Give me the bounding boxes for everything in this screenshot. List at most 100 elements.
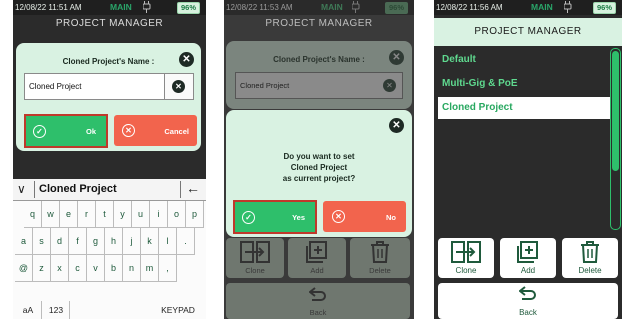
key-i[interactable]: i [150, 201, 168, 228]
screen-rename-dialog: 12/08/22 11:51 AM MAIN 96% PROJECT MANAG… [13, 0, 206, 319]
project-item-multigig[interactable]: Multi-Gig & PoE [438, 73, 610, 95]
key-c[interactable]: c [69, 255, 87, 282]
list-scrollbar[interactable] [610, 48, 621, 230]
key-period[interactable]: . [177, 228, 195, 255]
keypad-key[interactable]: KEYPAD [153, 301, 203, 319]
status-mode: MAIN [321, 2, 343, 12]
yes-button[interactable]: ✓ Yes [233, 200, 317, 234]
add-icon [517, 241, 538, 263]
back-arrow-icon [519, 286, 536, 300]
key-at[interactable]: @ [15, 255, 33, 282]
delete-label: Delete [369, 266, 391, 275]
key-d[interactable]: d [51, 228, 69, 255]
delete-label: Delete [578, 266, 602, 275]
dialog-title: Cloned Project's Name : [62, 57, 155, 66]
close-icon[interactable]: ✕ [389, 118, 404, 133]
check-circle-icon: ✓ [33, 125, 46, 138]
delete-button: Delete [350, 238, 410, 278]
x-circle-icon: ✕ [332, 210, 345, 223]
key-b[interactable]: b [105, 255, 123, 282]
trash-icon [371, 241, 389, 263]
status-time: 12/08/22 11:56 AM [436, 3, 503, 12]
key-n[interactable]: n [123, 255, 141, 282]
background-field: Cloned Project ✕ [235, 72, 403, 99]
clear-icon: ✕ [172, 80, 185, 93]
key-o[interactable]: o [168, 201, 186, 228]
key-a[interactable]: a [15, 228, 33, 255]
close-icon[interactable]: ✕ [179, 52, 194, 67]
project-list: Default Multi-Gig & PoE Cloned Project [434, 33, 622, 233]
status-bar: 12/08/22 11:51 AM MAIN 96% [13, 0, 206, 15]
clone-button[interactable]: Clone [438, 238, 494, 278]
clear-field-button[interactable]: ✕ [164, 74, 193, 99]
add-label: Add [520, 266, 536, 275]
status-bar: 12/08/22 11:56 AM MAIN 96% [434, 0, 622, 15]
background-rename-dialog: Cloned Project's Name : ✕ Cloned Project… [226, 41, 412, 109]
background-field-value: Cloned Project [240, 81, 290, 90]
key-f[interactable]: f [69, 228, 87, 255]
key-v[interactable]: v [87, 255, 105, 282]
add-label: Add [310, 266, 324, 275]
keyboard-input-text[interactable]: Cloned Project [39, 183, 117, 195]
key-g[interactable]: g [87, 228, 105, 255]
clone-button: Clone [226, 238, 284, 278]
cancel-label: Cancel [164, 127, 189, 136]
question-line-1: Do you want to set [283, 152, 355, 161]
collapse-keyboard-icon[interactable]: ∨ [17, 182, 26, 196]
status-mode: MAIN [110, 2, 132, 12]
shift-key[interactable]: aA [15, 301, 42, 319]
plug-icon [564, 1, 572, 13]
background-dialog-title: Cloned Project's Name : [273, 55, 365, 64]
key-m[interactable]: m [141, 255, 159, 282]
key-t[interactable]: t [96, 201, 114, 228]
project-item-default[interactable]: Default [438, 49, 610, 71]
no-button[interactable]: ✕ No [323, 201, 406, 232]
question-line-3: as current project? [282, 174, 356, 183]
cancel-button[interactable]: ✕ Cancel [114, 115, 197, 146]
key-j[interactable]: j [123, 228, 141, 255]
check-circle-icon: ✓ [242, 211, 255, 224]
screen-project-list: 12/08/22 11:56 AM MAIN 96% PROJECT MANAG… [434, 0, 622, 319]
key-x[interactable]: x [51, 255, 69, 282]
plug-icon [352, 1, 360, 13]
key-e[interactable]: e [60, 201, 78, 228]
back-arrow-icon [309, 287, 326, 301]
close-icon: ✕ [389, 50, 404, 65]
back-button[interactable]: Back [438, 283, 618, 319]
battery-indicator: 96% [592, 2, 616, 14]
key-q[interactable]: q [24, 201, 42, 228]
x-circle-icon: ✕ [122, 124, 135, 137]
key-p[interactable]: p [186, 201, 204, 228]
key-comma[interactable]: , [159, 255, 177, 282]
trash-icon [581, 241, 599, 263]
delete-button[interactable]: Delete [562, 238, 618, 278]
key-r[interactable]: r [78, 201, 96, 228]
clone-label: Clone [245, 266, 265, 275]
clone-icon [451, 241, 481, 263]
project-item-cloned[interactable]: Cloned Project [438, 97, 610, 119]
ok-button[interactable]: ✓ Ok [24, 114, 108, 148]
backspace-icon[interactable]: ← [186, 180, 200, 196]
key-z[interactable]: z [33, 255, 51, 282]
key-h[interactable]: h [105, 228, 123, 255]
ok-label: Ok [85, 127, 96, 136]
key-w[interactable]: w [42, 201, 60, 228]
on-screen-keyboard: q w e r t y u i o p a s d f g h j k l . … [13, 201, 206, 319]
scrollbar-thumb[interactable] [612, 51, 619, 171]
back-label: Back [309, 308, 327, 317]
key-s[interactable]: s [33, 228, 51, 255]
back-label: Back [519, 308, 537, 317]
rename-dialog: Cloned Project's Name : ✕ Cloned Project… [16, 43, 201, 151]
project-name-value: Cloned Project [29, 82, 82, 91]
numbers-key[interactable]: 123 [43, 301, 70, 319]
battery-indicator: 96% [384, 2, 408, 14]
key-k[interactable]: k [141, 228, 159, 255]
key-u[interactable]: u [132, 201, 150, 228]
screen-set-current-dialog: 12/08/22 11:53 AM MAIN 96% PROJECT MANAG… [224, 0, 414, 319]
key-y[interactable]: y [114, 201, 132, 228]
set-current-dialog: ✕ Do you want to set Cloned Project as c… [226, 110, 412, 237]
add-button[interactable]: Add [500, 238, 556, 278]
project-name-field[interactable]: Cloned Project ✕ [24, 73, 194, 100]
key-l[interactable]: l [159, 228, 177, 255]
clone-label: Clone [455, 266, 477, 275]
